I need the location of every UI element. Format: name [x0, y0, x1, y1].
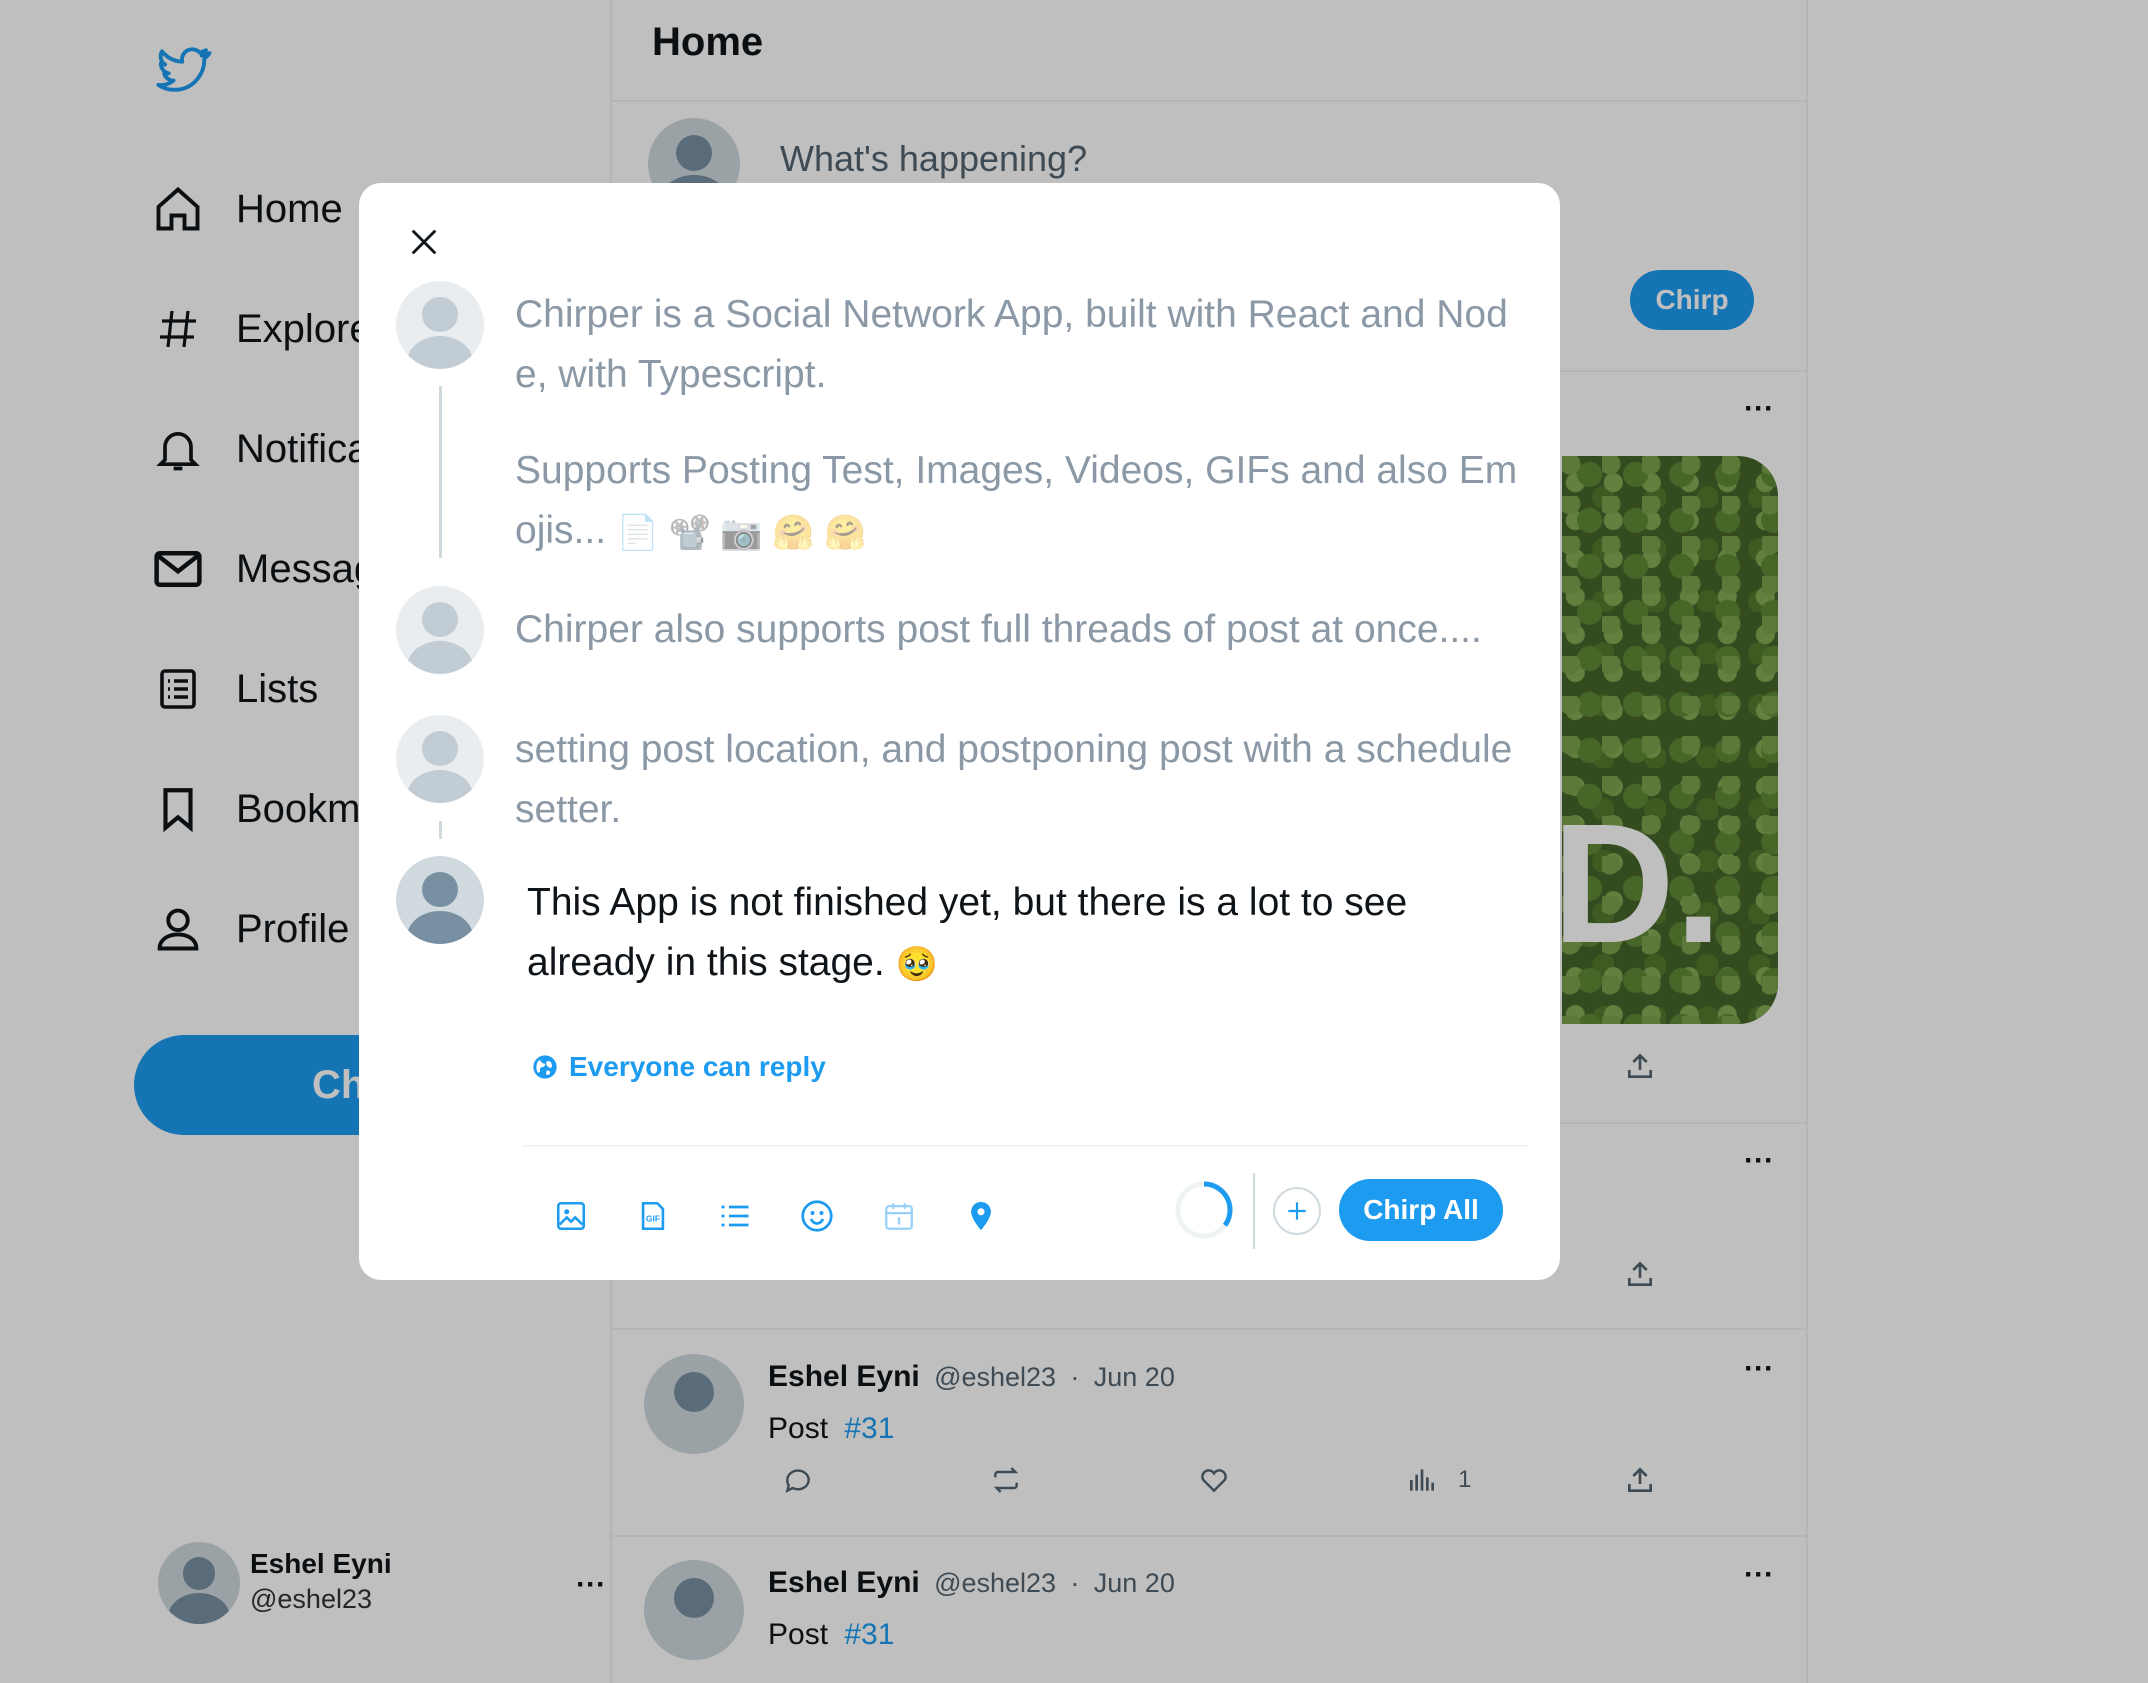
chirp-all-button[interactable]: Chirp All [1339, 1179, 1503, 1241]
globe-icon [531, 1053, 559, 1081]
svg-text:GIF: GIF [646, 1214, 660, 1224]
thread-item-text[interactable]: Supports Posting Test, Images, Videos, G… [515, 441, 1535, 563]
location-icon[interactable] [952, 1187, 1010, 1245]
gif-icon[interactable]: GIF [624, 1187, 682, 1245]
thread-item-text[interactable]: Chirper is a Social Network App, built w… [515, 285, 1535, 405]
reply-setting-button[interactable]: Everyone can reply [531, 1051, 826, 1083]
emoji-icon[interactable] [788, 1187, 846, 1245]
poll-icon[interactable] [706, 1187, 764, 1245]
close-icon[interactable] [395, 213, 453, 271]
avatar [396, 856, 484, 944]
avatar [396, 281, 484, 369]
divider [522, 1145, 1529, 1147]
avatar [396, 715, 484, 803]
compose-thread-modal: Chirper is a Social Network App, built w… [359, 183, 1560, 1280]
thread-item-emojis: 📄 📽️ 📷 🤗 🤗 [616, 513, 867, 552]
thread-item-text[interactable]: setting post location, and postponing po… [515, 720, 1535, 840]
image-icon[interactable] [542, 1187, 600, 1245]
avatar [396, 586, 484, 674]
active-thread-emoji: 🥹 [895, 945, 938, 984]
reply-setting-label: Everyone can reply [569, 1051, 826, 1082]
add-thread-button[interactable] [1273, 1187, 1321, 1235]
thread-connector [439, 821, 442, 839]
schedule-icon[interactable] [870, 1187, 928, 1245]
active-thread-input[interactable]: This App is not finished yet, but there … [527, 873, 1487, 995]
active-thread-text: This App is not finished yet, but there … [527, 881, 1408, 984]
thread-item-text[interactable]: Chirper also supports post full threads … [515, 600, 1535, 660]
character-count-ring [1173, 1179, 1235, 1241]
divider [1253, 1173, 1255, 1249]
thread-connector [439, 386, 442, 558]
